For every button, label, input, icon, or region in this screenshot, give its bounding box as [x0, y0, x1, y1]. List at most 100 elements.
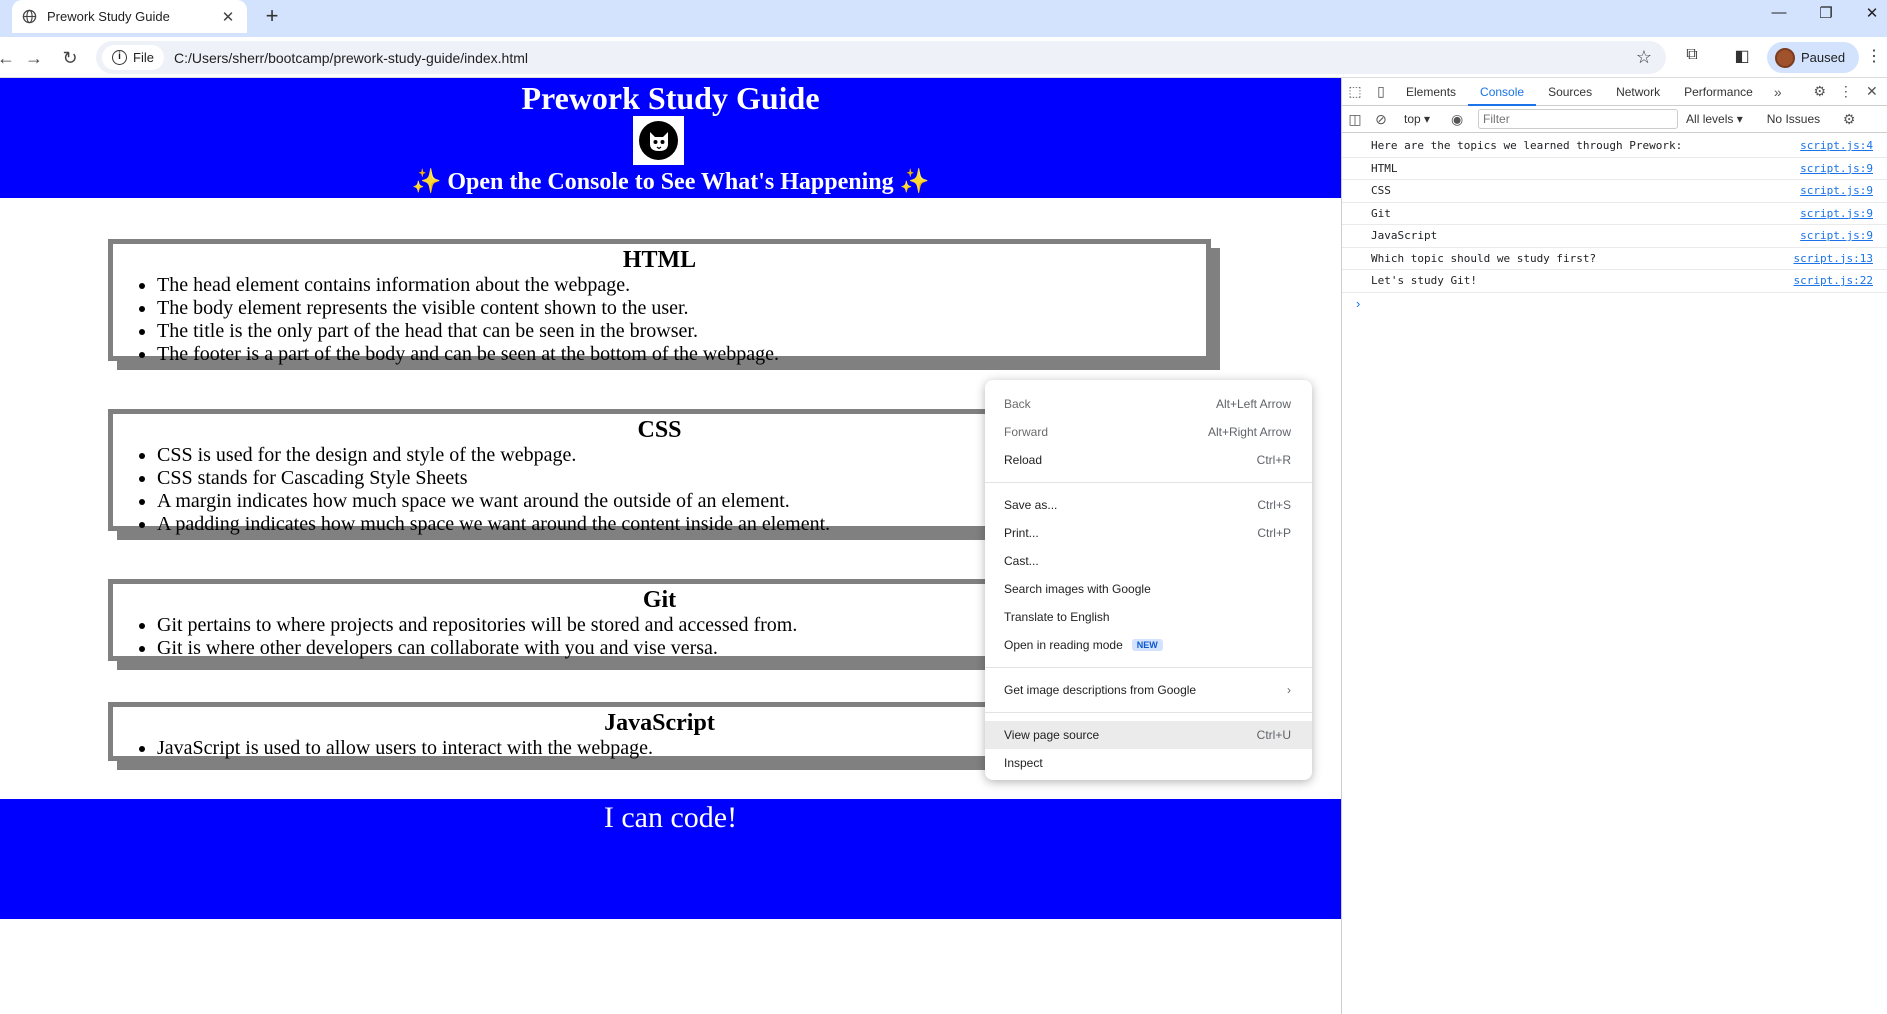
menu-divider — [985, 712, 1312, 713]
tab-elements[interactable]: Elements — [1394, 78, 1468, 106]
globe-icon — [22, 9, 37, 24]
source-link[interactable]: script.js:9 — [1800, 184, 1873, 197]
browser-toolbar: ← → ↻ i File C:/Users/sherr/bootcamp/pre… — [0, 37, 1887, 78]
section-heading: HTML — [622, 247, 697, 273]
tab-console[interactable]: Console — [1468, 78, 1537, 106]
menu-item-inspect[interactable]: Inspect — [985, 749, 1312, 777]
menu-divider — [985, 667, 1312, 668]
clear-console-icon[interactable]: ⊘ — [1368, 111, 1394, 128]
tab-performance[interactable]: Performance — [1672, 78, 1765, 106]
address-bar[interactable]: i File C:/Users/sherr/bootcamp/prework-s… — [96, 41, 1666, 74]
menu-item-print[interactable]: Print... Ctrl+P — [985, 519, 1312, 547]
list-item: The footer is a part of the body and can… — [157, 343, 1206, 366]
console-message-text: HTML — [1371, 161, 1398, 175]
site-info-chip[interactable]: i File — [102, 45, 164, 70]
context-selector[interactable]: top ▾ — [1404, 112, 1430, 126]
menu-item-reload[interactable]: Reload Ctrl+R — [985, 446, 1312, 474]
log-levels-dropdown[interactable]: All levels ▾ — [1686, 112, 1743, 126]
bookmark-star-icon[interactable]: ☆ — [1636, 47, 1652, 68]
menu-divider — [985, 482, 1312, 483]
menu-item-view-source[interactable]: View page source Ctrl+U — [985, 721, 1312, 749]
source-link[interactable]: script.js:4 — [1800, 139, 1873, 152]
list-item: The head element contains information ab… — [157, 274, 1206, 297]
source-link[interactable]: script.js:22 — [1794, 274, 1873, 287]
menu-item-search-images[interactable]: Search images with Google — [985, 575, 1312, 603]
settings-gear-icon[interactable]: ⚙ — [1807, 83, 1833, 100]
page-header: Prework Study Guide ✨ Open the Console t… — [0, 78, 1341, 198]
tab-network[interactable]: Network — [1604, 78, 1672, 106]
menu-item-label: Save as... — [1004, 498, 1058, 512]
minimize-icon[interactable]: — — [1759, 4, 1799, 21]
menu-item-shortcut: Ctrl+S — [1257, 498, 1291, 512]
console-message-text: CSS — [1371, 184, 1391, 198]
chevron-right-icon: › — [1287, 683, 1291, 697]
sidebar-toggle-icon[interactable]: ◫ — [1342, 111, 1368, 128]
console-message: Let's study Git! script.js:22 — [1342, 270, 1887, 293]
menu-item-label: Print... — [1004, 526, 1039, 540]
console-prompt-chevron-icon[interactable]: › — [1342, 293, 1887, 315]
context-menu: Back Alt+Left Arrow Forward Alt+Right Arro… — [985, 380, 1312, 780]
menu-item-reading-mode[interactable]: Open in reading mode NEW — [985, 631, 1312, 659]
source-link[interactable]: script.js:9 — [1800, 162, 1873, 175]
issues-counter[interactable]: No Issues — [1767, 112, 1820, 126]
profile-button[interactable]: Paused — [1767, 42, 1859, 73]
console-message: HTML script.js:9 — [1342, 158, 1887, 180]
page-subtitle: ✨ Open the Console to See What's Happeni… — [411, 169, 930, 195]
forward-icon[interactable]: → — [20, 44, 48, 72]
menu-item-back[interactable]: Back Alt+Left Arrow — [985, 390, 1312, 418]
menu-item-save-as[interactable]: Save as... Ctrl+S — [985, 491, 1312, 519]
extensions-icon[interactable]: ⧉ — [1680, 46, 1704, 70]
close-devtools-icon[interactable]: ✕ — [1859, 83, 1885, 100]
reload-icon[interactable]: ↻ — [56, 44, 84, 72]
console-message: Which topic should we study first? script… — [1342, 248, 1887, 270]
url-text[interactable]: C:/Users/sherr/bootcamp/prework-study-gu… — [174, 50, 1636, 66]
tab-sources[interactable]: Sources — [1536, 78, 1604, 106]
section-html: HTML The head element contains informati… — [108, 239, 1211, 365]
console-message-text: Here are the topics we learned through P… — [1371, 139, 1683, 153]
site-info-label: File — [133, 50, 154, 65]
menu-item-label: Search images with Google — [1004, 582, 1151, 596]
logo-image — [633, 116, 684, 165]
devtools-menu-icon[interactable]: ⋮ — [1833, 83, 1859, 100]
section-list: The head element contains information ab… — [157, 274, 1206, 366]
console-filter-input[interactable] — [1478, 109, 1679, 129]
menu-item-translate[interactable]: Translate to English — [985, 603, 1312, 631]
menu-item-label: Back — [1004, 397, 1031, 411]
menu-item-label: View page source — [1004, 728, 1100, 742]
restore-icon[interactable]: ❐ — [1806, 4, 1846, 22]
menu-item-label: Open in reading mode — [1004, 638, 1123, 652]
page-title: Prework Study Guide — [521, 80, 820, 116]
menu-item-shortcut: Ctrl+R — [1256, 453, 1291, 467]
tab-strip: Prework Study Guide ✕ + — ❐ ✕ — [0, 0, 1887, 37]
page-footer: I can code! — [0, 799, 1341, 919]
source-link[interactable]: script.js:9 — [1800, 229, 1873, 242]
source-link[interactable]: script.js:13 — [1794, 252, 1873, 265]
live-expression-eye-icon[interactable]: ◉ — [1444, 111, 1470, 128]
log-levels-label: All levels — [1686, 112, 1734, 126]
device-toolbar-icon[interactable]: ▯ — [1368, 83, 1394, 100]
more-menu-icon[interactable]: ⋮ — [1862, 46, 1886, 70]
menu-item-cast[interactable]: Cast... — [985, 547, 1312, 575]
source-link[interactable]: script.js:9 — [1800, 207, 1873, 220]
tab-title: Prework Study Guide — [47, 9, 170, 24]
back-icon[interactable]: ← — [0, 44, 20, 72]
more-tabs-icon[interactable]: » — [1765, 84, 1791, 100]
browser-tab[interactable]: Prework Study Guide ✕ — [12, 0, 247, 33]
close-tab-icon[interactable]: ✕ — [219, 8, 237, 26]
new-tab-icon[interactable]: + — [258, 3, 286, 29]
menu-item-shortcut: Alt+Right Arrow — [1207, 425, 1291, 439]
new-badge: NEW — [1131, 639, 1163, 651]
cat-logo-icon — [639, 121, 678, 160]
info-icon: i — [112, 50, 127, 65]
menu-item-forward[interactable]: Forward Alt+Right Arrow — [985, 418, 1312, 446]
side-panel-icon[interactable]: ◧ — [1730, 46, 1754, 70]
close-window-icon[interactable]: ✕ — [1852, 4, 1887, 22]
menu-item-image-descriptions[interactable]: Get image descriptions from Google › — [985, 676, 1312, 704]
profile-status: Paused — [1801, 50, 1846, 65]
list-item: The title is the only part of the head t… — [157, 320, 1206, 343]
inspect-element-icon[interactable]: ⬚ — [1342, 83, 1368, 100]
console-message-text: JavaScript — [1371, 229, 1438, 243]
menu-item-shortcut: Ctrl+U — [1256, 728, 1291, 742]
list-item: The body element represents the visible … — [157, 297, 1206, 320]
console-settings-gear-icon[interactable]: ⚙ — [1836, 111, 1862, 128]
